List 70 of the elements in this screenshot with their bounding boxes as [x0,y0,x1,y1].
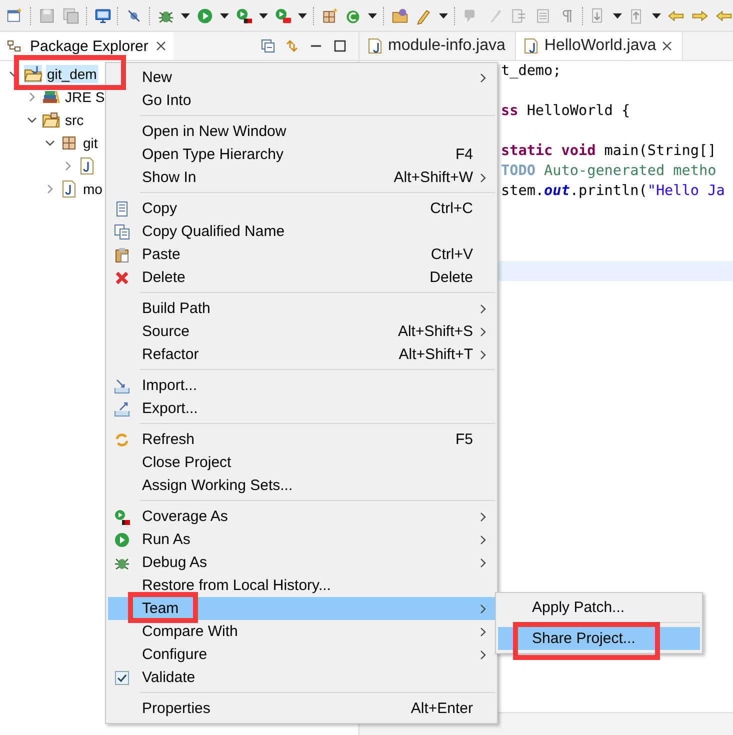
dropdown-arrow-icon[interactable] [298,12,307,18]
code-line: ss HelloWorld { [501,103,630,119]
menu-item[interactable]: New [108,66,495,89]
dropdown-arrow-icon[interactable] [613,12,622,18]
menu-item[interactable]: Open Type Hierarchy F4 [108,143,495,166]
run-icon [114,532,130,548]
menu-item[interactable]: Configure [108,643,495,666]
menu-item[interactable]: Copy Qualified Name [108,220,495,243]
menu-item[interactable]: Close Project [108,451,495,474]
import-icon [114,378,130,394]
menu-item[interactable]: Build Path [108,297,495,320]
menu-item[interactable]: Coverage As [108,505,495,528]
clipboard-icon [114,246,130,262]
close-icon[interactable] [662,41,672,51]
close-icon[interactable] [156,41,166,51]
menu-item[interactable]: Open in New Window [108,120,495,143]
tree-item[interactable]: src [64,110,85,128]
menu-item[interactable]: Source Alt+Shift+S [108,320,495,343]
java-file-icon [368,38,382,54]
menu-item[interactable]: Paste Ctrl+V [108,243,495,266]
menu-item[interactable]: Refresh F5 [108,428,495,451]
document-icon [114,200,130,216]
menu-item[interactable]: Run As [108,528,495,551]
tree-item[interactable]: git [82,134,99,152]
documents-icon [114,224,130,240]
code-line: static void main(String[] [501,143,716,159]
dropdown-arrow-icon[interactable] [181,12,190,18]
menu-item[interactable]: Properties Alt+Enter [108,697,495,720]
java-file-icon [524,38,538,54]
menu-item[interactable]: Restore from Local History... [108,574,495,597]
link-icon[interactable] [284,38,300,54]
refresh-icon [114,432,130,448]
maximize-icon[interactable] [332,38,348,54]
editor-tab[interactable]: HelloWorld.java [516,32,684,60]
export-icon [114,400,130,416]
dropdown-arrow-icon[interactable] [368,12,378,18]
tree-item[interactable]: mo [82,180,104,198]
menu-item[interactable]: Share Project... [498,627,700,650]
menu-item[interactable]: Export... [108,397,495,420]
tree-item[interactable]: JRE S [64,88,106,106]
menu-item[interactable]: Validate [108,666,495,689]
dropdown-arrow-icon[interactable] [652,12,662,18]
coverage-icon [114,508,130,524]
code-line: stem.out.println("Hello Ja [501,183,725,199]
dropdown-arrow-icon[interactable] [220,12,229,18]
tree-item[interactable]: git_dem [46,64,98,82]
collapse-all-icon[interactable] [260,38,276,54]
menu-item[interactable]: Compare With [108,620,495,643]
menu-item[interactable]: Assign Working Sets... [108,474,495,497]
package-icon [60,134,78,152]
new-package-icon[interactable] [320,6,338,26]
delete-icon [114,270,130,286]
menu-item[interactable]: Show In Alt+Shift+W [108,166,495,189]
dropdown-arrow-icon[interactable] [258,12,268,18]
source-folder-icon [42,110,60,128]
menu-item[interactable]: Team [108,597,495,620]
menu-item[interactable]: Delete Delete [108,266,495,289]
checkbox[interactable] [115,670,129,684]
menu-item[interactable]: Refactor Alt+Shift+T [108,343,495,366]
project-folder-icon [24,64,42,82]
menu-item[interactable]: Go Into [108,89,495,112]
menu-item[interactable]: Debug As [108,551,495,574]
menu-item[interactable]: Copy Ctrl+C [108,197,495,220]
tab-label: Package Explorer [30,38,148,54]
java-file-icon [60,180,78,198]
menu-item[interactable]: Import... [108,374,495,397]
menu-item[interactable]: Apply Patch... [498,596,700,619]
code-line: t_demo; [501,63,562,79]
dropdown-arrow-icon[interactable] [439,12,448,18]
code-line: TODO Auto-generated metho [501,163,716,179]
